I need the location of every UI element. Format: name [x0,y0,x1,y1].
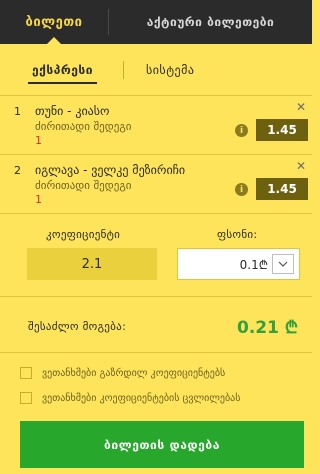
accept-increased-odds-row[interactable]: ვეთანხმები გაზრდილ კოეფიციენტებს [20,367,225,379]
close-icon[interactable]: ✕ [296,159,306,173]
place-bet-label: ბილეთის დადება [104,437,220,452]
tab-system-label: სისტემა [145,62,195,77]
bet-market: ძირითადი შედეგი [35,179,132,192]
tab-active-tickets-label: აქტიური ბილეთები [146,15,275,29]
info-icon[interactable]: i [235,124,248,137]
coefficient-label: კოეფიციენტი [46,228,121,241]
bet-outcome: 1 [35,193,42,206]
bet-title: იგლავა - ველკე მეზირიჩი [35,163,186,177]
odds-badge: 1.45 [256,178,308,200]
stake-value[interactable]: 0.1₾ [178,256,272,273]
bet-title: თუნი - კიასო [35,104,110,118]
coefficient-value: 2.1 [27,248,157,280]
accept-increased-odds-label: ვეთანხმები გაზრდილ კოეფიციენტებს [42,367,226,379]
accept-odds-changes-row[interactable]: ვეთანხმები კოეფიციენტების ცვლილებას [20,392,240,404]
place-bet-button[interactable]: ბილეთის დადება [20,421,304,468]
accept-odds-changes-checkbox[interactable] [20,392,32,404]
tab-express[interactable]: ექსპრესი [12,44,113,96]
stake-label: ფსონი: [217,228,258,241]
odds-badge: 1.45 [256,119,308,141]
header-tabs: ბილეთი აქტიური ბილეთები [0,0,312,44]
possible-win-label: შესაძლო მოგება: [28,320,127,333]
bet-market: ძირითადი შედეგი [35,120,132,133]
stake-input[interactable]: 0.1₾ [177,248,300,280]
accept-increased-odds-checkbox[interactable] [20,367,32,379]
subtab-divider [122,60,124,79]
accept-odds-changes-label: ვეთანხმები კოეფიციენტების ცვლილებას [42,392,241,404]
close-icon[interactable]: ✕ [296,100,306,114]
coefficient-value-text: 2.1 [81,256,103,272]
divider [0,352,312,353]
chevron-down-icon[interactable] [272,254,294,274]
tab-active-tickets[interactable]: აქტიური ბილეთები [109,0,312,44]
bet-index: 1 [14,105,21,118]
bet-index: 2 [14,164,21,177]
info-icon[interactable]: i [235,183,248,196]
bet-type-tabs: ექსპრესი სისტემა [0,44,312,96]
tab-system[interactable]: სისტემა [146,44,195,96]
bet-outcome: 1 [35,134,42,147]
tab-ticket[interactable]: ბილეთი [0,0,108,44]
bet-item: 1 თუნი - კიასო ძირითადი შედეგი 1 ✕ i 1.4… [0,97,312,155]
possible-win-value: 0.21 ₾ [237,318,298,338]
tab-ticket-label: ბილეთი [25,14,83,30]
tab-express-label: ექსპრესი [32,62,93,77]
bet-item: 2 იგლავა - ველკე მეზირიჩი ძირითადი შედეგ… [0,156,312,214]
divider [0,296,312,297]
